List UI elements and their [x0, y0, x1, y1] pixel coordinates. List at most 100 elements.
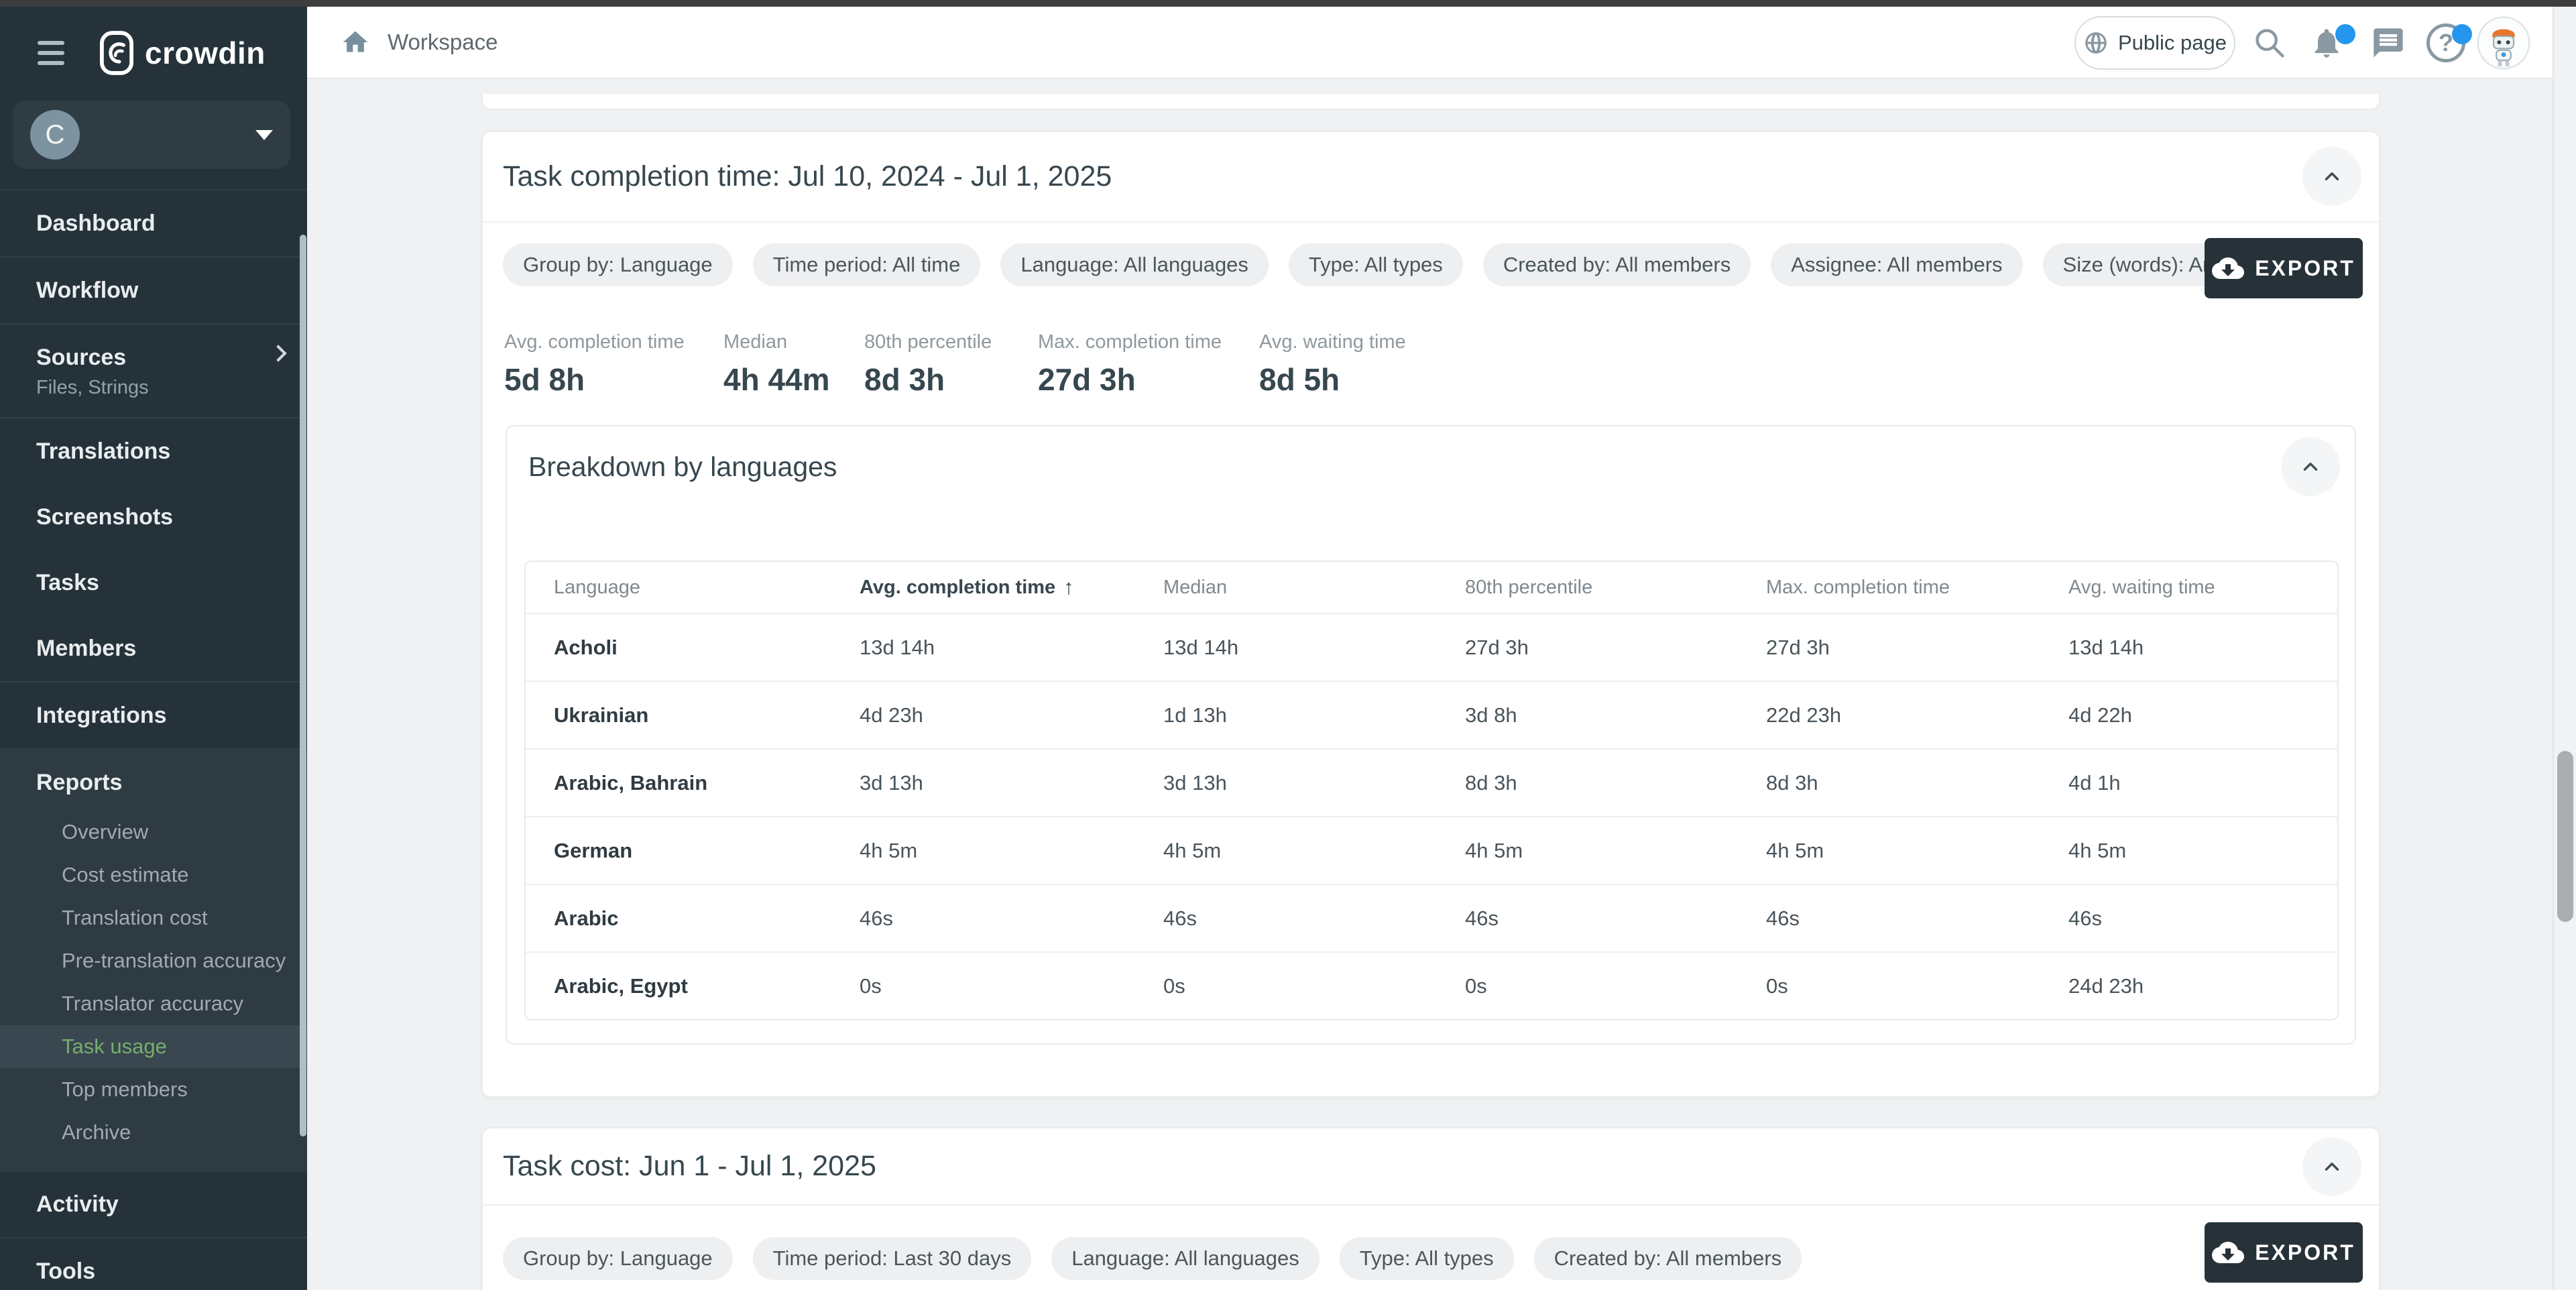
value-cell: 3d 13h	[860, 771, 1163, 795]
value-cell: 0s	[860, 974, 1163, 998]
sidebar-item-translator-accuracy[interactable]: Translator accuracy	[0, 982, 307, 1025]
column-header-avg-completion-time[interactable]: Avg. completion time↑	[860, 575, 1163, 599]
stat-median: Median4h 44m	[723, 331, 864, 398]
table-row-ukrainian: Ukrainian4d 23h1d 13h3d 8h22d 23h4d 22h	[526, 681, 2337, 748]
value-cell: 4d 22h	[2068, 703, 2337, 727]
stat-label: Avg. waiting time	[1259, 331, 1406, 353]
stat-label: 80th percentile	[864, 331, 1038, 353]
sidebar-item-integrations[interactable]: Integrations	[0, 683, 307, 748]
column-header-80th-percentile[interactable]: 80th percentile	[1465, 577, 1766, 599]
sidebar-item-archive[interactable]: Archive	[0, 1111, 307, 1154]
public-page-label: Public page	[2118, 31, 2227, 55]
filter-chip-time-period[interactable]: Time period: Last 30 days	[753, 1237, 1032, 1280]
sidebar-item-cost-estimate[interactable]: Cost estimate	[0, 854, 307, 896]
sidebar-item-overview[interactable]: Overview	[0, 811, 307, 854]
page-scrollbar[interactable]	[2553, 7, 2576, 1290]
filter-chip-type[interactable]: Type: All types	[1289, 243, 1463, 286]
languages-table: LanguageAvg. completion time↑Median80th …	[524, 561, 2339, 1020]
value-cell: 4h 5m	[1163, 839, 1465, 863]
stat-label: Avg. completion time	[504, 331, 723, 353]
sidebar-item-sources[interactable]: SourcesFiles, Strings	[0, 325, 307, 417]
page-scrollbar-thumb[interactable]	[2557, 751, 2573, 922]
column-header-label: 80th percentile	[1465, 577, 1592, 599]
stat-value: 27d 3h	[1038, 361, 1259, 398]
topbar: Workspace Public page ?	[307, 7, 2553, 79]
sidebar-item-label: Tasks	[36, 568, 283, 597]
column-header-max-completion-time[interactable]: Max. completion time	[1766, 577, 2068, 599]
help-badge	[2452, 24, 2472, 44]
stat-value: 8d 3h	[864, 361, 1038, 398]
sidebar-item-pre-translation-accuracy[interactable]: Pre-translation accuracy	[0, 939, 307, 982]
sidebar-item-label: Dashboard	[36, 209, 283, 238]
sidebar-section-reports: ReportsOverviewCost estimateTranslation …	[0, 748, 307, 1170]
sidebar-item-reports[interactable]: Reports	[0, 750, 307, 811]
home-icon[interactable]	[341, 27, 370, 57]
sidebar-item-screenshots[interactable]: Screenshots	[0, 484, 307, 550]
hamburger-bar	[38, 61, 64, 65]
workspace-selector[interactable]: C	[13, 101, 290, 169]
value-cell: 13d 14h	[1163, 636, 1465, 660]
sidebar-scrollbar[interactable]	[300, 235, 306, 1136]
filter-chip-assignee[interactable]: Assignee: All members	[1771, 243, 2022, 286]
filter-chip-group-by[interactable]: Group by: Language	[503, 1237, 733, 1280]
filter-chip-group-by[interactable]: Group by: Language	[503, 243, 733, 286]
export-button[interactable]: EXPORT	[2205, 1222, 2363, 1283]
filter-chip-language[interactable]: Language: All languages	[1051, 1237, 1320, 1280]
sidebar-group: Translations Screenshots Tasks Members	[0, 417, 307, 681]
user-avatar[interactable]	[2477, 16, 2530, 70]
sidebar-item-translation-cost[interactable]: Translation cost	[0, 896, 307, 939]
breadcrumb-workspace[interactable]: Workspace	[388, 30, 497, 55]
value-cell: 24d 23h	[2068, 974, 2337, 998]
value-cell: 4d 1h	[2068, 771, 2337, 795]
sidebar-item-translations[interactable]: Translations	[0, 418, 307, 484]
sidebar-item-label: Screenshots	[36, 502, 283, 532]
search-icon[interactable]	[2245, 19, 2294, 67]
filter-chip-type[interactable]: Type: All types	[1340, 1237, 1514, 1280]
column-header-label: Avg. waiting time	[2068, 577, 2215, 599]
sidebar-item-label: Members	[36, 634, 283, 663]
task-completion-title: Task completion time: Jul 10, 2024 - Jul…	[503, 160, 1112, 193]
column-header-avg-waiting-time[interactable]: Avg. waiting time	[2068, 577, 2337, 599]
crowdin-logo[interactable]: crowdin	[99, 30, 266, 76]
sidebar-item-dashboard[interactable]: Dashboard	[0, 190, 307, 256]
sidebar-item-members[interactable]: Members	[0, 615, 307, 681]
sidebar-item-tasks[interactable]: Tasks	[0, 550, 307, 615]
previous-card-edge	[481, 94, 2380, 110]
export-button[interactable]: EXPORT	[2205, 238, 2363, 298]
filter-chip-time-period[interactable]: Time period: All time	[753, 243, 981, 286]
export-label: EXPORT	[2255, 1240, 2355, 1265]
card-header: Task completion time: Jul 10, 2024 - Jul…	[483, 132, 2379, 223]
breakdown-header: Breakdown by languages	[507, 426, 2355, 507]
value-cell: 3d 8h	[1465, 703, 1766, 727]
value-cell: 4h 5m	[2068, 839, 2337, 863]
summary-stats-row: Avg. completion time5d 8hMedian4h 44m80t…	[504, 331, 1406, 398]
value-cell: 46s	[1766, 906, 2068, 931]
sidebar-item-top-members[interactable]: Top members	[0, 1068, 307, 1111]
hamburger-menu-icon[interactable]	[38, 41, 67, 65]
sidebar-item-workflow[interactable]: Workflow	[0, 257, 307, 323]
sidebar-item-activity[interactable]: Activity	[0, 1171, 307, 1237]
column-header-median[interactable]: Median	[1163, 577, 1465, 599]
filter-chips-row: Group by: Language Time period: Last 30 d…	[503, 1237, 1802, 1280]
filter-chip-language[interactable]: Language: All languages	[1000, 243, 1269, 286]
filter-chip-created-by[interactable]: Created by: All members	[1534, 1237, 1802, 1280]
messages-chat-icon[interactable]	[2364, 19, 2412, 67]
sidebar-item-tools[interactable]: Tools	[0, 1238, 307, 1290]
breakdown-collapse-button[interactable]	[2281, 437, 2340, 496]
table-row-arabic-bahrain: Arabic, Bahrain3d 13h3d 13h8d 3h8d 3h4d …	[526, 748, 2337, 816]
sidebar-item-task-usage[interactable]: Task usage	[0, 1025, 307, 1068]
stat-avg-waiting-time: Avg. waiting time8d 5h	[1259, 331, 1406, 398]
collapse-button[interactable]	[2302, 1137, 2361, 1196]
column-header-language[interactable]: Language	[554, 577, 860, 599]
language-cell: Acholi	[554, 636, 860, 660]
stat-value: 4h 44m	[723, 361, 864, 398]
public-page-button[interactable]: Public page	[2074, 16, 2235, 70]
language-cell: German	[554, 839, 860, 863]
workspace-avatar: C	[30, 110, 80, 160]
value-cell: 46s	[1163, 906, 1465, 931]
filter-chip-created-by[interactable]: Created by: All members	[1483, 243, 1751, 286]
table-row-acholi: Acholi13d 14h13d 14h27d 3h27d 3h13d 14h	[526, 613, 2337, 681]
sidebar-group: Tools	[0, 1237, 307, 1290]
table-row-arabic: Arabic46s46s46s46s46s	[526, 884, 2337, 951]
collapse-button[interactable]	[2302, 147, 2361, 206]
